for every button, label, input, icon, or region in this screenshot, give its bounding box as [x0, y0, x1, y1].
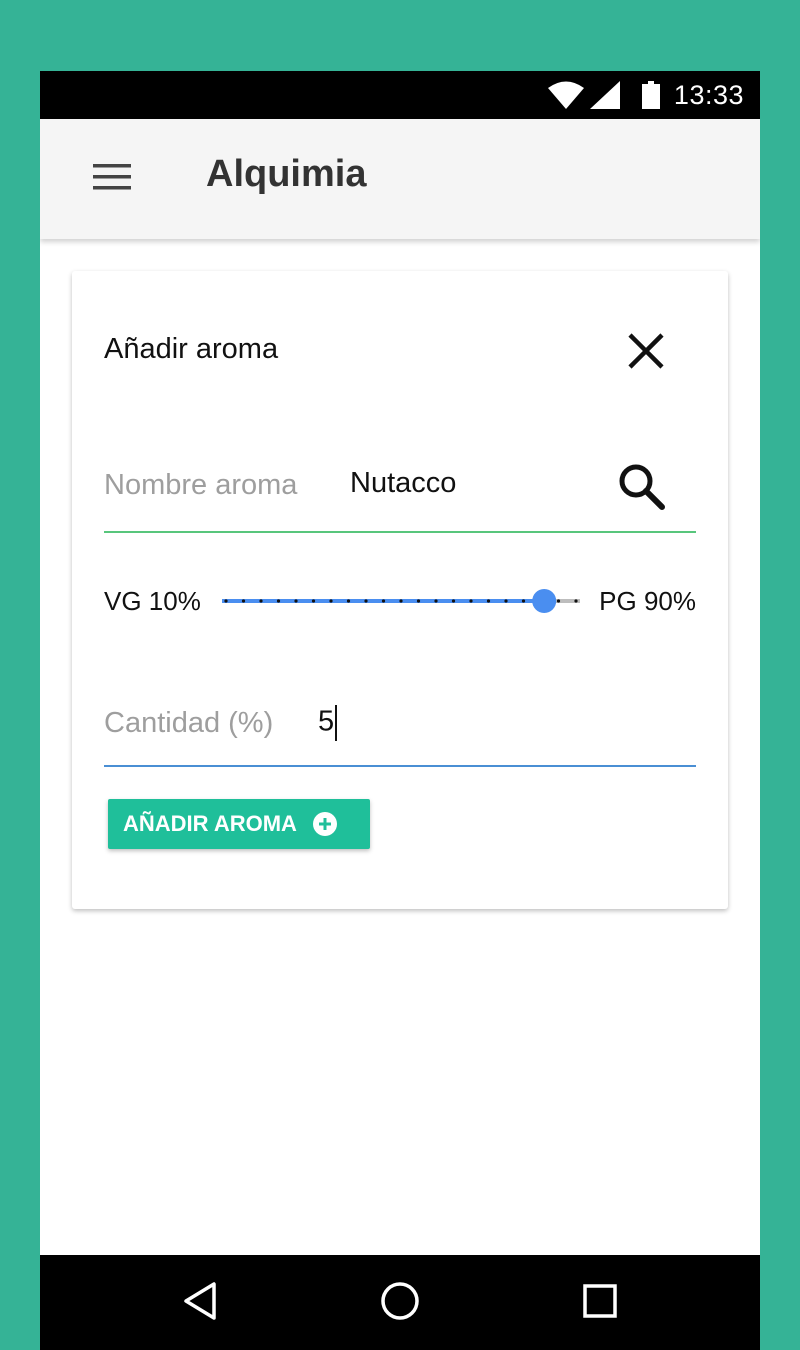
slider-tick — [329, 599, 333, 603]
slider-tick — [556, 599, 561, 603]
back-triangle-icon — [182, 1281, 218, 1326]
quantity-value: 5 — [318, 705, 335, 738]
text-cursor — [335, 705, 338, 741]
slider-tick — [346, 599, 351, 603]
wifi-icon — [547, 81, 584, 109]
slider-tick — [486, 599, 491, 603]
status-bar: 13:33 — [40, 71, 760, 119]
slider-tick — [276, 599, 281, 603]
hamburger-menu-icon — [93, 163, 131, 195]
add-aroma-button[interactable]: AÑADIR AROMA — [108, 799, 370, 849]
menu-button[interactable] — [88, 159, 136, 199]
back-button[interactable] — [176, 1279, 224, 1327]
slider-tick — [311, 599, 316, 603]
close-button[interactable] — [624, 329, 668, 373]
status-icons: 13:33 — [547, 71, 744, 119]
navigation-bar — [40, 1255, 760, 1350]
slider-tick — [241, 599, 246, 603]
slider-tick — [364, 599, 368, 603]
card-title: Añadir aroma — [104, 333, 279, 365]
phone-screen: 13:33 Alquimia Añadir aroma Nombre aroma — [40, 71, 760, 1350]
slider-tick — [399, 599, 403, 603]
signal-icon — [589, 81, 620, 109]
slider-tick — [224, 599, 228, 603]
search-button[interactable] — [616, 461, 668, 513]
aroma-name-label: Nombre aroma — [104, 469, 298, 501]
battery-icon — [641, 81, 660, 109]
quantity-input[interactable]: 5 — [318, 705, 338, 741]
search-icon — [616, 464, 668, 517]
aroma-name-field[interactable]: Nombre aroma — [104, 451, 696, 533]
home-circle-icon — [380, 1281, 420, 1326]
slider-tick — [504, 599, 508, 603]
aroma-name-input[interactable] — [350, 467, 600, 500]
quantity-label: Cantidad (%) — [104, 707, 274, 739]
slider-tick — [259, 599, 263, 603]
vg-pg-ratio-row: VG 10% PG 90% — [104, 571, 696, 631]
add-circle-icon — [312, 812, 337, 836]
status-time: 13:33 — [673, 79, 744, 110]
slider-tick — [381, 599, 386, 603]
home-button[interactable] — [376, 1279, 424, 1327]
app-title: Alquimia — [206, 153, 367, 195]
pg-label: PG 90% — [599, 586, 696, 616]
app-bar: Alquimia — [40, 119, 760, 239]
slider-tick — [574, 599, 578, 603]
quantity-field[interactable]: Cantidad (%) 5 — [104, 687, 696, 767]
recents-button[interactable] — [576, 1279, 624, 1327]
add-aroma-button-label: AÑADIR AROMA — [123, 811, 297, 836]
vg-pg-slider[interactable] — [222, 581, 580, 621]
slider-tick — [294, 599, 298, 603]
slider-thumb[interactable] — [532, 589, 557, 613]
recents-square-icon — [582, 1283, 618, 1324]
slider-tick — [469, 599, 473, 603]
slider-tick — [451, 599, 456, 603]
add-aroma-card: Añadir aroma Nombre aroma VG 10% — [72, 271, 728, 909]
slider-tick — [416, 599, 421, 603]
slider-tick — [434, 599, 438, 603]
close-icon — [624, 333, 668, 377]
vg-label: VG 10% — [104, 586, 201, 616]
slider-tick — [521, 599, 526, 603]
